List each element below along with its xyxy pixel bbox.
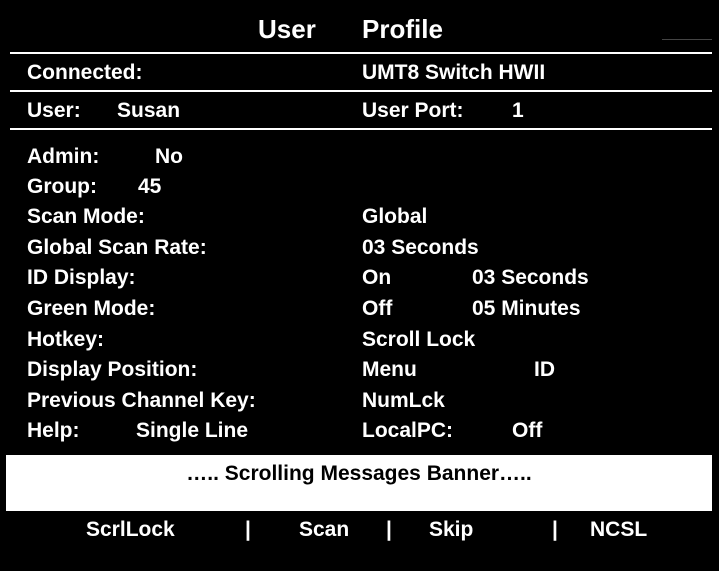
banner-text: ….. Scrolling Messages Banner….. [186, 462, 532, 485]
admin-label: Admin: [27, 145, 100, 168]
fkey-skip[interactable]: Skip [429, 518, 473, 542]
localpc-value[interactable]: Off [512, 419, 542, 443]
fkey-scan[interactable]: Scan [299, 518, 349, 542]
user-port-label: User Port: [362, 99, 464, 122]
fkey-scrllock[interactable]: ScrlLock [86, 518, 175, 542]
hotkey-value[interactable]: Scroll Lock [362, 328, 475, 352]
group-label: Group: [27, 175, 97, 198]
scan-mode-label: Scan Mode: [27, 205, 145, 228]
scan-mode-value[interactable]: Global [362, 205, 427, 229]
id-display-time[interactable]: 03 Seconds [472, 266, 589, 290]
admin-value: No [155, 145, 183, 168]
scrolling-messages-banner: ….. Scrolling Messages Banner….. [6, 455, 712, 511]
id-display-label: ID Display: [27, 266, 136, 289]
fkey-separator-2: | [386, 518, 392, 541]
help-label: Help: [27, 419, 80, 442]
divider-top [10, 52, 712, 54]
user-name: Susan [117, 99, 181, 122]
user-label: User: [27, 99, 81, 122]
group-value: 45 [138, 175, 162, 198]
divider-user [10, 128, 712, 130]
display-position-menu[interactable]: Menu [362, 358, 417, 382]
green-mode-time[interactable]: 05 Minutes [472, 297, 581, 321]
display-position-id[interactable]: ID [534, 358, 555, 382]
connected-value: UMT8 Switch HWII [362, 61, 546, 84]
id-display-state[interactable]: On [362, 266, 391, 290]
fkey-separator-3: | [552, 518, 558, 541]
hotkey-label: Hotkey: [27, 328, 105, 351]
fkey-separator-1: | [245, 518, 251, 541]
title-rule [662, 39, 712, 40]
global-scan-rate-label: Global Scan Rate: [27, 236, 207, 259]
title-profile: Profile [362, 14, 443, 44]
fkey-ncsl[interactable]: NCSL [590, 518, 647, 542]
green-mode-state[interactable]: Off [362, 297, 392, 321]
previous-channel-key-value[interactable]: NumLck [362, 389, 445, 413]
osd-screen: User Profile Connected: UMT8 Switch HWII… [0, 0, 719, 571]
help-value[interactable]: Single Line [136, 419, 248, 443]
localpc-label: LocalPC: [362, 419, 454, 442]
user-port-value: 1 [512, 99, 524, 122]
title-user: User [258, 14, 316, 44]
green-mode-label: Green Mode: [27, 297, 156, 320]
display-position-label: Display Position: [27, 358, 198, 381]
divider-connected [10, 90, 712, 92]
previous-channel-key-label: Previous Channel Key: [27, 389, 256, 412]
connected-label: Connected: [27, 61, 143, 84]
global-scan-rate-value[interactable]: 03 Seconds [362, 236, 479, 260]
